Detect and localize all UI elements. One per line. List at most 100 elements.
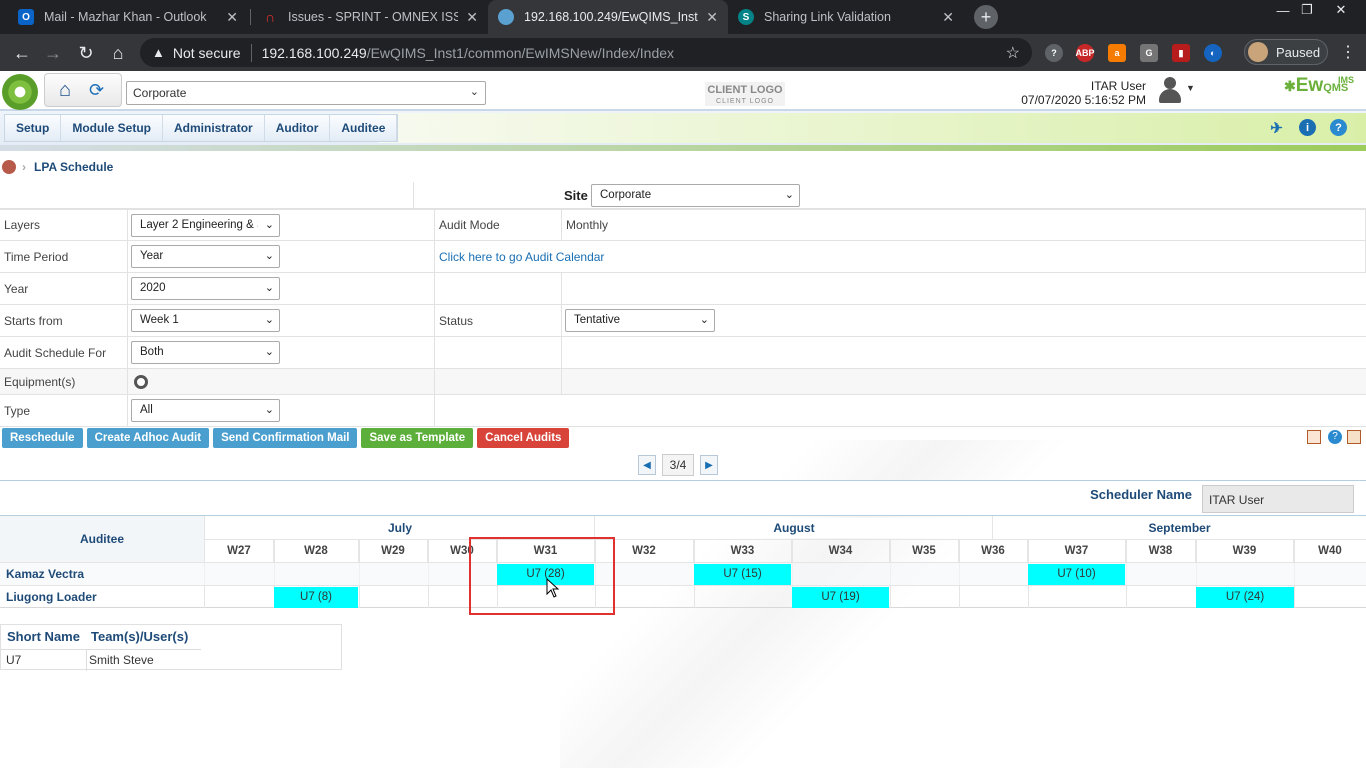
week-header: W34 <box>792 540 890 562</box>
chevron-down-icon: ⌄ <box>264 250 274 262</box>
send-confirmation-mail-button[interactable]: Send Confirmation Mail <box>213 428 358 448</box>
starts-from-select-value: Week 1 <box>140 314 179 326</box>
extension-icon[interactable]: a <box>1108 44 1126 62</box>
brand-ims: IMS <box>1338 75 1355 85</box>
audit-entry-w37[interactable]: U7 (10) <box>1028 564 1125 585</box>
chevron-down-icon: ⌄ <box>784 189 794 201</box>
chevron-down-icon: ⌄ <box>264 282 274 294</box>
help-icon[interactable]: ? <box>1330 119 1347 136</box>
menu-module-setup[interactable]: Module Setup <box>61 115 164 141</box>
create-adhoc-audit-button[interactable]: Create Adhoc Audit <box>86 428 210 448</box>
address-bar[interactable]: ▲ Not secure 192.168.100.249 /EwQIMS_Ins… <box>140 38 1032 67</box>
help-icon[interactable]: ? <box>1328 430 1342 444</box>
schedule-for-label: Audit Schedule For <box>0 337 128 368</box>
site-label: Site <box>564 187 588 203</box>
pin-icon[interactable]: ✈ <box>1268 119 1285 137</box>
legend-team-header: Team(s)/User(s) <box>91 629 189 644</box>
leaf-icon: ✱ <box>1284 78 1296 94</box>
time-period-select-value: Year <box>140 250 164 262</box>
close-icon[interactable]: ✕ <box>942 9 954 26</box>
menu-kebab-icon[interactable]: ⋮ <box>1340 42 1356 62</box>
menu-auditee[interactable]: Auditee <box>330 115 398 141</box>
client-logo: CLIENT LOGO CLIENT LOGO <box>705 82 785 106</box>
empty-cell <box>435 337 562 368</box>
caret-down-icon[interactable]: ▼ <box>1186 83 1195 93</box>
layers-select-value: Layer 2 Engineering & S <box>140 219 258 231</box>
close-icon[interactable]: ✕ <box>466 9 478 26</box>
app-logo <box>2 74 38 110</box>
week-header: W40 <box>1318 545 1342 557</box>
site-dropdown[interactable]: Corporate ⌄ <box>126 81 486 105</box>
audit-entry-w28[interactable]: U7 (8) <box>274 587 358 608</box>
tab-issues[interactable]: ∩ Issues - SPRINT - OMNEX ISSUE ✕ <box>252 0 488 34</box>
audit-entry-w33[interactable]: U7 (15) <box>694 564 791 585</box>
divider <box>992 516 993 540</box>
close-icon[interactable]: ✕ <box>706 9 718 26</box>
refresh-icon[interactable]: ⟳ <box>89 79 111 101</box>
help-extension-icon[interactable]: ? <box>1045 44 1063 62</box>
menu-setup[interactable]: Setup <box>5 115 62 141</box>
warning-icon: ▲ <box>152 45 165 60</box>
gear-icon[interactable] <box>134 374 148 389</box>
new-tab-button[interactable]: + <box>974 5 998 29</box>
profile-button[interactable]: Paused <box>1244 39 1328 65</box>
home-browser-icon[interactable]: ⌂ <box>105 40 131 66</box>
cancel-audits-button[interactable]: Cancel Audits <box>477 428 570 448</box>
table-row: Liugong Loader U7 (8) U7 (19) U7 (24) <box>0 585 1366 608</box>
tab-outlook[interactable]: O Mail - Mazhar Khan - Outlook ✕ <box>8 0 248 34</box>
tab-sharing[interactable]: S Sharing Link Validation ✕ <box>728 0 964 34</box>
chevron-down-icon: ⌄ <box>469 86 479 98</box>
browser-extension-icon[interactable]: ◐ <box>1204 44 1222 62</box>
empty-cell <box>0 182 414 208</box>
audit-entry-w34[interactable]: U7 (19) <box>792 587 889 608</box>
info-icon[interactable]: i <box>1299 119 1316 136</box>
window-close-button[interactable]: ✕ <box>1326 0 1356 20</box>
type-select[interactable]: All ⌄ <box>131 399 280 422</box>
tab-ewqims[interactable]: 192.168.100.249/EwQIMS_Inst1/c ✕ <box>488 0 728 34</box>
scheduler-bar: Scheduler Name ITAR User <box>0 480 1366 516</box>
audit-entry-w39[interactable]: U7 (24) <box>1196 587 1294 608</box>
forward-icon[interactable]: → <box>40 40 66 66</box>
adblock-icon[interactable]: ABP <box>1076 44 1095 62</box>
layers-select[interactable]: Layer 2 Engineering & S ⌄ <box>131 214 280 237</box>
tab-separator <box>250 9 251 25</box>
reload-icon[interactable]: ↻ <box>73 40 99 66</box>
back-icon[interactable]: ← <box>9 40 35 66</box>
audit-calendar-link[interactable]: Click here to go Audit Calendar <box>435 241 1366 272</box>
site-select[interactable]: Corporate ⌄ <box>591 184 800 207</box>
save-as-template-button[interactable]: Save as Template <box>361 428 474 448</box>
audit-mode-value: Monthly <box>562 210 1366 240</box>
time-period-select[interactable]: Year ⌄ <box>131 245 280 268</box>
scheduler-name-field[interactable]: ITAR User <box>1202 485 1354 513</box>
ewqims-logo: ✱EwQMS IMS <box>1284 75 1360 105</box>
menu-auditor[interactable]: Auditor <box>265 115 331 141</box>
brand-main: Ew <box>1295 75 1324 96</box>
divider <box>86 649 87 671</box>
bookmark-star-icon[interactable]: ☆ <box>1006 43 1020 63</box>
menu-administrator[interactable]: Administrator <box>163 115 265 141</box>
status-select[interactable]: Tentative ⌄ <box>565 309 715 332</box>
schedule-for-select[interactable]: Both ⌄ <box>131 341 280 364</box>
previous-page-icon[interactable]: ◀ <box>638 455 656 475</box>
starts-from-select[interactable]: Week 1 ⌄ <box>131 309 280 332</box>
restore-button[interactable]: ❐ <box>1292 0 1322 20</box>
highlight-annotation <box>469 537 615 615</box>
chevron-down-icon: ⌄ <box>264 404 274 416</box>
reschedule-button[interactable]: Reschedule <box>2 428 83 448</box>
pdf-icon[interactable]: ▮ <box>1172 44 1190 62</box>
user-avatar-icon[interactable] <box>1156 75 1184 107</box>
url-host: 192.168.100.249 <box>261 44 367 61</box>
grammarly-icon[interactable]: G <box>1140 44 1158 62</box>
grid-layout-icon[interactable] <box>1347 430 1361 444</box>
main-menu: Setup Module Setup Administrator Auditor… <box>4 114 399 142</box>
breadcrumb: › LPA Schedule <box>0 155 113 179</box>
calendar-icon[interactable] <box>1307 430 1321 444</box>
next-page-icon[interactable]: ▶ <box>700 455 718 475</box>
year-select[interactable]: 2020 ⌄ <box>131 277 280 300</box>
home-icon[interactable]: ⌂ <box>59 79 81 101</box>
starts-from-row: Starts from Week 1 ⌄ Status Tentative ⌄ <box>0 305 1366 337</box>
user-info: ITAR User 07/07/2020 5:16:52 PM <box>1021 79 1146 107</box>
tab-title: Issues - SPRINT - OMNEX ISSUE <box>288 10 459 24</box>
week-header: W33 <box>694 540 792 562</box>
close-icon[interactable]: ✕ <box>226 9 238 26</box>
